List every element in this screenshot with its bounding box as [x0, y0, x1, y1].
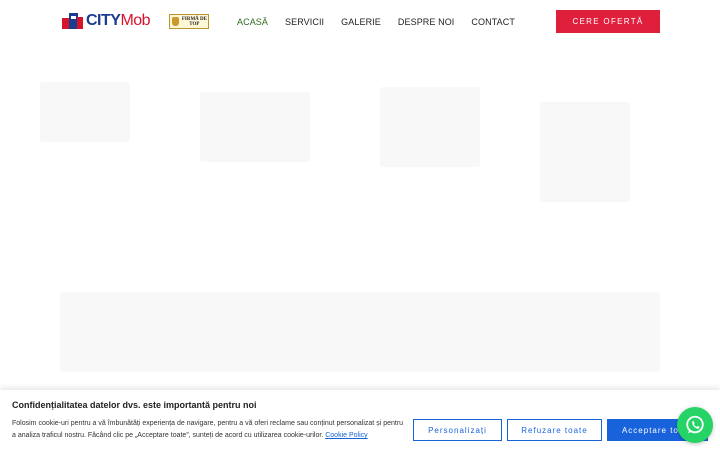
nav-item-servicii[interactable]: SERVICII	[285, 16, 324, 28]
cookie-text: Folosim cookie-uri pentru a vă îmbunătăț…	[12, 418, 408, 442]
logo-city: CITY	[86, 12, 121, 29]
logo-mob: Mob	[120, 12, 151, 29]
hero-placeholder-shape	[540, 102, 630, 202]
cookie-title: Confidențialitatea datelor dvs. este imp…	[12, 400, 257, 410]
hero-placeholder-shape	[40, 82, 130, 142]
nav-item-galerie[interactable]: GALERIE	[341, 16, 381, 28]
main-nav: ACASĂ SERVICII GALERIE DESPRE NOI CONTAC…	[237, 16, 532, 28]
cookie-policy-link[interactable]: Cookie Policy	[325, 432, 367, 439]
request-offer-button[interactable]: CERE OFERTĂ	[556, 10, 660, 33]
top-company-badge: FIRMĂ DE TOP	[169, 14, 209, 29]
badge-text: FIRMĂ DE TOP	[181, 16, 207, 27]
site-logo[interactable]: CITYMob	[62, 12, 151, 30]
hero-section	[0, 42, 720, 390]
hero-placeholder-shape	[60, 292, 660, 372]
logo-buildings-icon	[62, 12, 84, 30]
nav-item-contact[interactable]: CONTACT	[471, 16, 515, 28]
nav-item-acasa[interactable]: ACASĂ	[237, 16, 268, 28]
trophy-icon	[172, 17, 179, 26]
logo-text: CITYMob	[86, 12, 151, 30]
whatsapp-icon	[686, 415, 704, 434]
site-header: CITYMob FIRMĂ DE TOP ACASĂ SERVICII GALE…	[0, 0, 720, 42]
hero-placeholder-shape	[380, 87, 480, 167]
nav-item-despre-noi[interactable]: DESPRE NOI	[398, 16, 455, 28]
reject-all-button[interactable]: Refuzare toate	[507, 419, 602, 441]
hero-placeholder-shape	[200, 92, 310, 162]
whatsapp-chat-button[interactable]	[677, 407, 713, 443]
customize-cookies-button[interactable]: Personalizați	[413, 419, 502, 441]
